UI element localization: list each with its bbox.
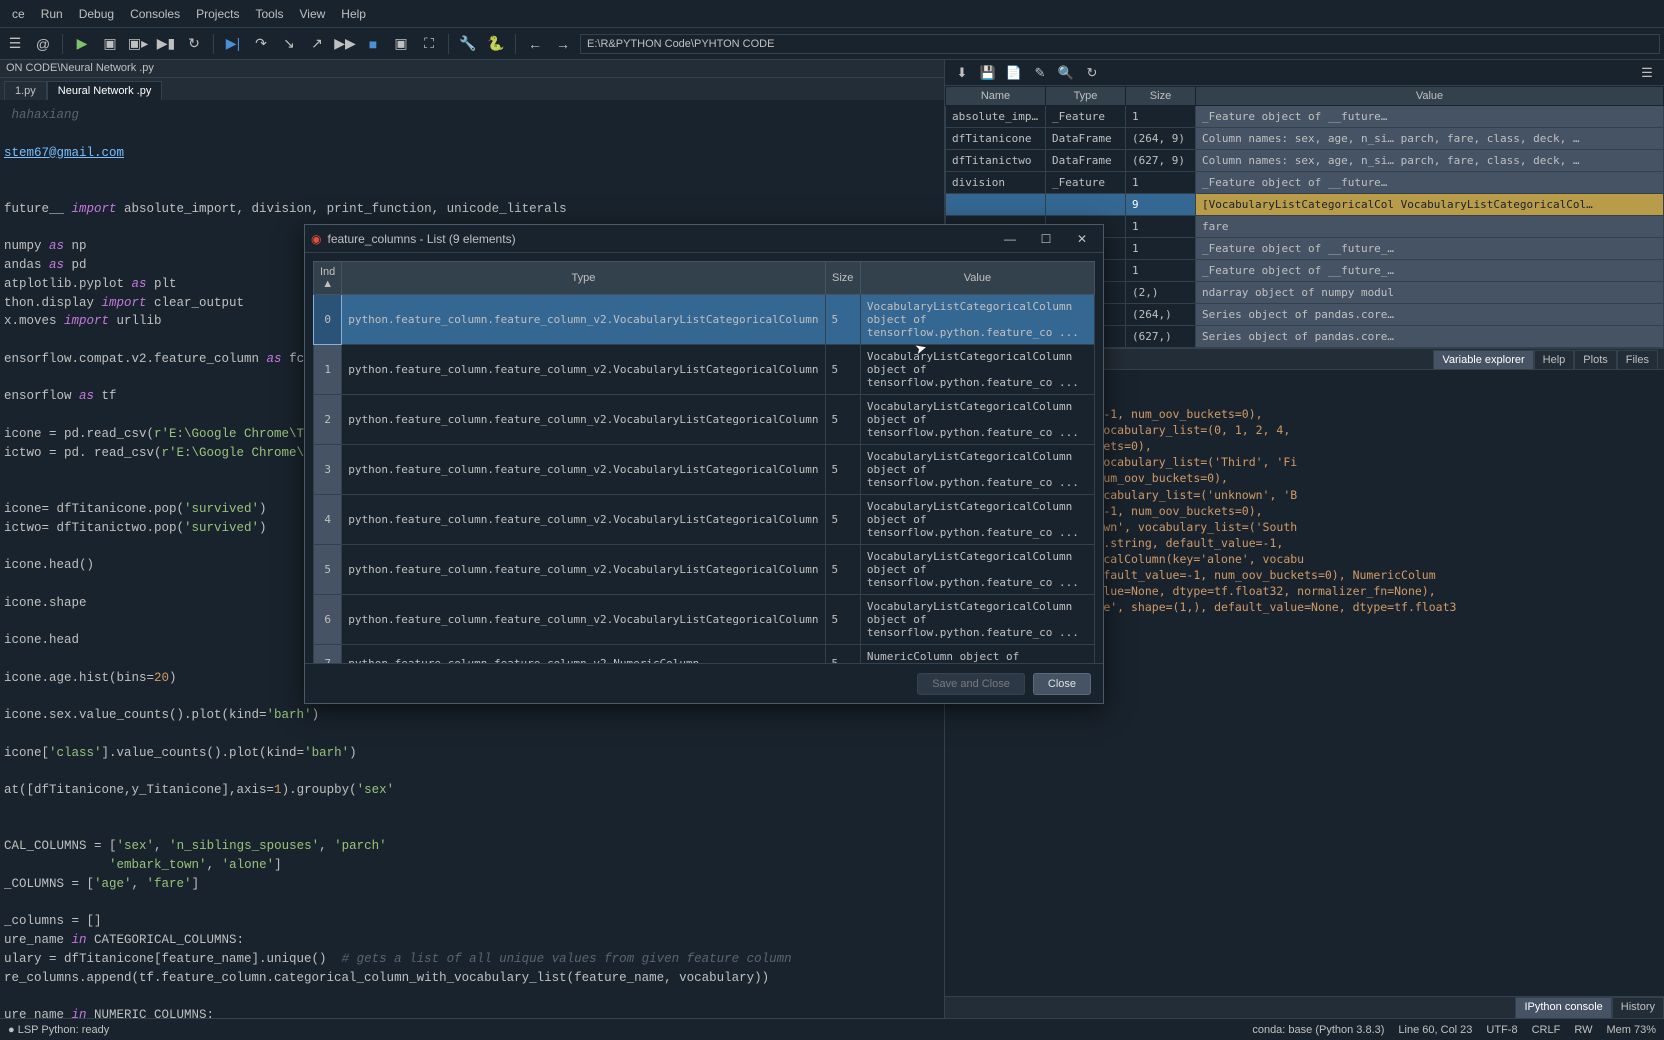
mem-status: Mem 73% xyxy=(1606,1024,1656,1036)
dialog-col-header[interactable]: Type xyxy=(342,262,825,295)
dialog-titlebar[interactable]: ◉ feature_columns - List (9 elements) — … xyxy=(305,225,1103,253)
list-item-row[interactable]: 1python.feature_column.feature_column_v2… xyxy=(314,345,1095,395)
save-icon[interactable]: 💾 xyxy=(979,64,997,82)
console-tab[interactable]: History xyxy=(1612,997,1664,1018)
run-cell-advance-icon[interactable]: ▣▸ xyxy=(127,33,149,55)
list-item-row[interactable]: 2python.feature_column.feature_column_v2… xyxy=(314,395,1095,445)
working-dir-input[interactable] xyxy=(580,34,1660,54)
menu-run[interactable]: Run xyxy=(33,3,71,25)
run-icon[interactable]: ▶ xyxy=(71,33,93,55)
wrench-icon[interactable]: 🔧 xyxy=(457,33,479,55)
menu-projects[interactable]: Projects xyxy=(188,3,247,25)
column-header[interactable]: Size xyxy=(1126,87,1196,106)
run-selection-icon[interactable]: ▶▮ xyxy=(155,33,177,55)
python-icon[interactable]: 🐍 xyxy=(485,33,507,55)
pane-tab[interactable]: Variable explorer xyxy=(1433,350,1533,369)
search-icon[interactable]: 🔍 xyxy=(1057,64,1075,82)
list-item-row[interactable]: 7python.feature_column.feature_column_v2… xyxy=(314,645,1095,664)
variable-row[interactable]: dfTitaniconeDataFrame(264, 9)Column name… xyxy=(946,128,1664,150)
debug-icon[interactable]: ▶| xyxy=(222,33,244,55)
step-into-icon[interactable]: ↘ xyxy=(278,33,300,55)
at-icon[interactable]: @ xyxy=(32,33,54,55)
hamburger-icon[interactable]: ☰ xyxy=(1638,64,1656,82)
menu-view[interactable]: View xyxy=(291,3,333,25)
variable-row[interactable]: division_Feature1_Feature object of __fu… xyxy=(946,172,1664,194)
rw-status: RW xyxy=(1574,1024,1592,1036)
menu-bar: ceRunDebugConsolesProjectsToolsViewHelp xyxy=(0,0,1664,28)
import-icon[interactable]: ⬇ xyxy=(953,64,971,82)
minimize-button[interactable]: — xyxy=(995,228,1025,250)
dialog-col-header[interactable]: Value xyxy=(860,262,1094,295)
console-tab-bar: IPython consoleHistory xyxy=(945,996,1664,1018)
list-item-row[interactable]: 3python.feature_column.feature_column_v2… xyxy=(314,445,1095,495)
refresh-icon[interactable]: ↻ xyxy=(1083,64,1101,82)
back-icon[interactable]: ← xyxy=(524,33,546,55)
list-item-row[interactable]: 4python.feature_column.feature_column_v2… xyxy=(314,495,1095,545)
step-over-icon[interactable]: ↷ xyxy=(250,33,272,55)
pane-tab[interactable]: Files xyxy=(1617,350,1658,369)
encoding[interactable]: UTF-8 xyxy=(1486,1024,1517,1036)
variable-row[interactable]: absolute_import_Feature1_Feature object … xyxy=(946,106,1664,128)
maximize-icon[interactable]: ⛶ xyxy=(418,33,440,55)
variable-viewer-dialog: ◉ feature_columns - List (9 elements) — … xyxy=(304,224,1104,704)
breadcrumb: ON CODE\Neural Network .py xyxy=(0,60,944,78)
list-item-row[interactable]: 5python.feature_column.feature_column_v2… xyxy=(314,545,1095,595)
stop-icon[interactable]: ■ xyxy=(362,33,384,55)
lsp-status: ● LSP Python: ready xyxy=(8,1024,109,1036)
status-bar: ● LSP Python: ready conda: base (Python … xyxy=(0,1018,1664,1040)
saveas-icon[interactable]: 📄 xyxy=(1005,64,1023,82)
app-icon: ◉ xyxy=(311,232,321,246)
list-items-table[interactable]: Ind ▲TypeSizeValue 0python.feature_colum… xyxy=(313,261,1095,663)
save-close-button: Save and Close xyxy=(917,673,1025,695)
list-item-row[interactable]: 6python.feature_column.feature_column_v2… xyxy=(314,595,1095,645)
menu-help[interactable]: Help xyxy=(333,3,374,25)
editor-tab[interactable]: 1.py xyxy=(4,81,47,100)
close-button[interactable]: ✕ xyxy=(1067,228,1097,250)
continue-icon[interactable]: ▶▶ xyxy=(334,33,356,55)
menu-tools[interactable]: Tools xyxy=(247,3,291,25)
list-icon[interactable]: ☰ xyxy=(4,33,26,55)
editor-tabs: 1.pyNeural Network .py xyxy=(0,78,944,100)
dialog-col-header[interactable]: Size xyxy=(825,262,860,295)
console-tab[interactable]: IPython console xyxy=(1515,997,1611,1018)
pane-tab[interactable]: Plots xyxy=(1574,350,1616,369)
menu-debug[interactable]: Debug xyxy=(71,3,122,25)
close-dialog-button[interactable]: Close xyxy=(1033,673,1091,695)
step-out-icon[interactable]: ↗ xyxy=(306,33,328,55)
eol[interactable]: CRLF xyxy=(1532,1024,1561,1036)
run-cell-icon[interactable]: ▣ xyxy=(99,33,121,55)
editor-tab[interactable]: Neural Network .py xyxy=(47,81,163,100)
forward-icon[interactable]: → xyxy=(552,33,574,55)
variable-row[interactable]: dfTitanictwoDataFrame(627, 9)Column name… xyxy=(946,150,1664,172)
main-toolbar: ☰ @ ▶ ▣ ▣▸ ▶▮ ↻ ▶| ↷ ↘ ↗ ▶▶ ■ ▣ ⛶ 🔧 🐍 ← … xyxy=(0,28,1664,60)
menu-consoles[interactable]: Consoles xyxy=(122,3,188,25)
reload-icon[interactable]: ↻ xyxy=(183,33,205,55)
column-header[interactable]: Type xyxy=(1046,87,1126,106)
list-item-row[interactable]: 0python.feature_column.feature_column_v2… xyxy=(314,295,1095,345)
variable-row[interactable]: 9[VocabularyListCategoricalCol Vocabular… xyxy=(946,194,1664,216)
dialog-title-text: feature_columns - List (9 elements) xyxy=(327,232,989,246)
menu-ce[interactable]: ce xyxy=(4,3,33,25)
clear-icon[interactable]: ✎ xyxy=(1031,64,1049,82)
column-header[interactable]: Value xyxy=(1196,87,1664,106)
column-header[interactable]: Name xyxy=(946,87,1046,106)
varexp-toolbar: ⬇ 💾 📄 ✎ 🔍 ↻ ☰ xyxy=(945,60,1664,86)
cursor-position: Line 60, Col 23 xyxy=(1398,1024,1472,1036)
maximize-button[interactable]: ☐ xyxy=(1031,228,1061,250)
dialog-col-header[interactable]: Ind ▲ xyxy=(314,262,342,295)
debug-file-icon[interactable]: ▣ xyxy=(390,33,412,55)
conda-status[interactable]: conda: base (Python 3.8.3) xyxy=(1252,1024,1384,1036)
pane-tab[interactable]: Help xyxy=(1534,350,1575,369)
